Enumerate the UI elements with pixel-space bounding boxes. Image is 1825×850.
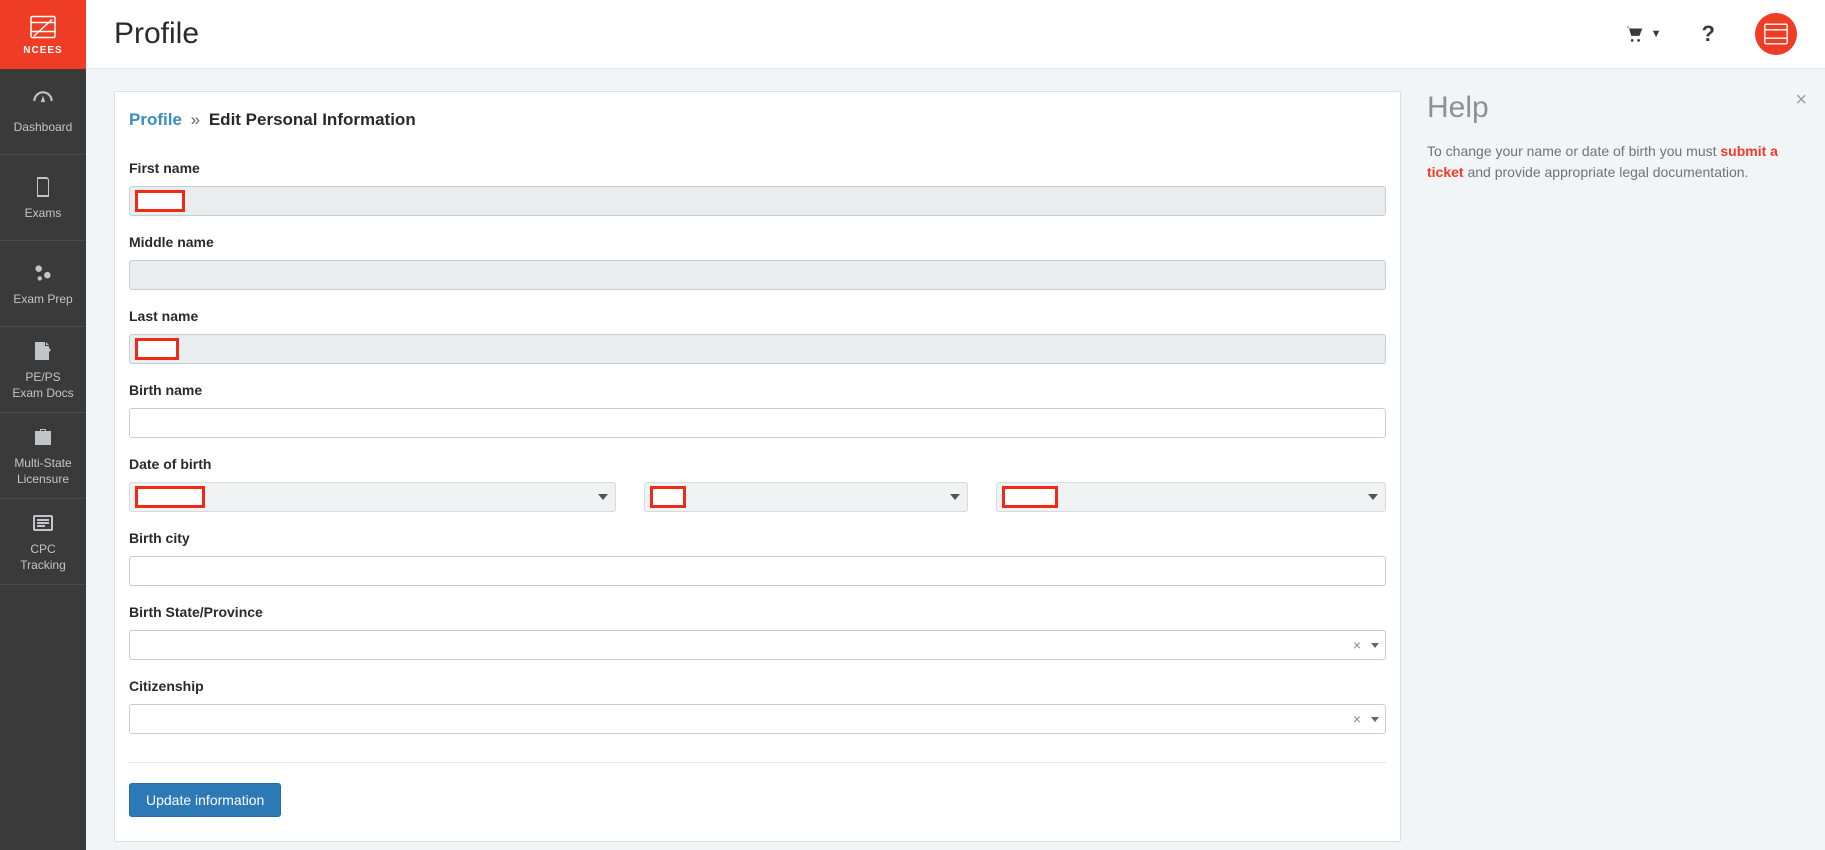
divider: [129, 762, 1386, 763]
avatar-icon: [1762, 21, 1790, 47]
exams-icon: [30, 174, 56, 200]
first-name-input: [129, 186, 1386, 216]
help-body: To change your name or date of birth you…: [1427, 141, 1807, 183]
clear-icon[interactable]: ×: [1353, 637, 1361, 653]
clear-icon[interactable]: ×: [1353, 711, 1361, 727]
close-icon[interactable]: ×: [1795, 89, 1807, 112]
cart-icon: [1623, 23, 1645, 45]
topbar: Profile ▼ ?: [86, 0, 1825, 69]
update-information-button[interactable]: Update information: [129, 783, 281, 817]
dob-day-select: [644, 482, 969, 512]
dob-month-select: [129, 482, 616, 512]
dashboard-icon: [30, 88, 56, 114]
nav-multistate[interactable]: Multi-State Licensure: [0, 413, 86, 499]
ncees-logo-icon: [28, 13, 58, 41]
label-citizenship: Citizenship: [129, 678, 1386, 694]
nav-exam-docs[interactable]: PE/PS Exam Docs: [0, 327, 86, 413]
brand-logo[interactable]: NCEES: [0, 0, 86, 69]
label-last-name: Last name: [129, 308, 1386, 324]
help-button[interactable]: ?: [1702, 21, 1715, 47]
document-edit-icon: [30, 338, 56, 364]
birth-city-input[interactable]: [129, 556, 1386, 586]
caret-down-icon: [1371, 643, 1379, 648]
birth-state-select[interactable]: ×: [129, 630, 1386, 660]
user-avatar[interactable]: [1755, 13, 1797, 55]
nav-exams[interactable]: Exams: [0, 155, 86, 241]
list-icon: [30, 510, 56, 536]
label-dob: Date of birth: [129, 456, 1386, 472]
nav-cpc-tracking[interactable]: CPC Tracking: [0, 499, 86, 585]
nav-exam-prep[interactable]: Exam Prep: [0, 241, 86, 327]
label-birth-name: Birth name: [129, 382, 1386, 398]
breadcrumb-current: Edit Personal Information: [209, 110, 416, 129]
gears-icon: [30, 260, 56, 286]
breadcrumb: Profile » Edit Personal Information: [115, 92, 1400, 142]
last-name-input: [129, 334, 1386, 364]
help-panel: × Help To change your name or date of bi…: [1415, 69, 1825, 850]
breadcrumb-profile-link[interactable]: Profile: [129, 110, 182, 129]
page-title: Profile: [114, 17, 1623, 51]
caret-down-icon: ▼: [1651, 28, 1662, 40]
label-birth-city: Birth city: [129, 530, 1386, 546]
sidebar: NCEES Dashboard Exams Exam Prep PE/PS Ex: [0, 0, 86, 850]
profile-form-card: Profile » Edit Personal Information Firs…: [114, 91, 1401, 842]
label-first-name: First name: [129, 160, 1386, 176]
middle-name-input: [129, 260, 1386, 290]
brand-text: NCEES: [23, 45, 62, 56]
dob-year-select: [996, 482, 1386, 512]
birth-name-input[interactable]: [129, 408, 1386, 438]
label-birth-state: Birth State/Province: [129, 604, 1386, 620]
label-middle-name: Middle name: [129, 234, 1386, 250]
citizenship-select[interactable]: ×: [129, 704, 1386, 734]
briefcase-icon: [30, 424, 56, 450]
cart-button[interactable]: ▼: [1623, 23, 1662, 45]
caret-down-icon: [1371, 717, 1379, 722]
help-title: Help: [1427, 91, 1807, 125]
nav-dashboard[interactable]: Dashboard: [0, 69, 86, 155]
